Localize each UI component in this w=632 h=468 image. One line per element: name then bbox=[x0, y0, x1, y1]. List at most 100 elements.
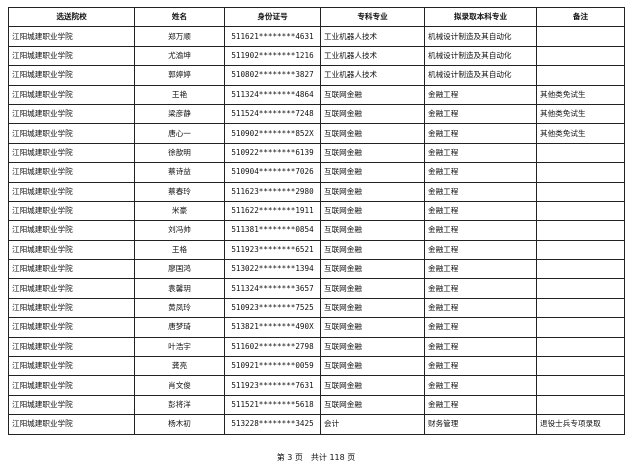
cell-name: 米豪 bbox=[134, 200, 225, 222]
cell-remarks bbox=[536, 297, 625, 319]
cell-college-major: 互联网金融 bbox=[320, 317, 425, 338]
cell-name: 郭婷婷 bbox=[134, 65, 225, 86]
cell-name: 徐歆明 bbox=[134, 142, 225, 164]
cell-school: 江阳城建职业学院 bbox=[8, 181, 135, 202]
table-row: 江阳城建职业学院 尤渝坤 511902********1216 工业机器人技术 机械设计… bbox=[8, 45, 625, 67]
header-remarks: 备注 bbox=[536, 6, 625, 28]
cell-college-major: 互联网金融 bbox=[320, 181, 425, 202]
cell-remarks bbox=[536, 317, 625, 338]
cell-school: 江阳城建职业学院 bbox=[8, 142, 135, 164]
cell-id-number: 511324********4864 bbox=[224, 84, 321, 105]
cell-remarks: 其他类免试生 bbox=[536, 123, 625, 144]
cell-target-major: 金融工程 bbox=[424, 336, 537, 358]
cell-id-number: 513228********3425 bbox=[224, 414, 321, 435]
cell-id-number: 510904********7026 bbox=[224, 162, 321, 183]
cell-target-major: 金融工程 bbox=[424, 259, 537, 280]
cell-school: 江阳城建职业学院 bbox=[8, 65, 135, 86]
cell-school: 江阳城建职业学院 bbox=[8, 45, 135, 67]
cell-school: 江阳城建职业学院 bbox=[8, 336, 135, 358]
cell-id-number: 513821********490X bbox=[224, 317, 321, 338]
cell-id-number: 511622********1911 bbox=[224, 200, 321, 222]
cell-remarks bbox=[536, 181, 625, 202]
table-row: 江阳城建职业学院 刘冯帅 511381********0854 互联网金融 金融工程 bbox=[8, 220, 625, 241]
cell-remarks bbox=[536, 259, 625, 280]
cell-remarks bbox=[536, 45, 625, 67]
cell-remarks bbox=[536, 356, 625, 377]
cell-id-number: 511621********4631 bbox=[224, 26, 321, 47]
cell-remarks: 其他类免试生 bbox=[536, 84, 625, 105]
table-row: 江阳城建职业学院 米豪 511622********1911 互联网金融 金融工程 bbox=[8, 200, 625, 222]
cell-target-major: 机械设计制造及其自动化 bbox=[424, 65, 537, 86]
cell-school: 江阳城建职业学院 bbox=[8, 84, 135, 105]
cell-name: 龚亮 bbox=[134, 356, 225, 377]
cell-remarks bbox=[536, 336, 625, 358]
table-row: 江阳城建职业学院 王格 511923********6521 互联网金融 金融工程 bbox=[8, 239, 625, 261]
cell-name: 蔡春玲 bbox=[134, 181, 225, 202]
cell-id-number: 511524********7248 bbox=[224, 103, 321, 125]
table-row: 江阳城建职业学院 蔡诗益 510904********7026 互联网金融 金融工程 bbox=[8, 162, 625, 183]
cell-name: 杨木初 bbox=[134, 414, 225, 435]
cell-id-number: 511324********3657 bbox=[224, 278, 321, 299]
cell-id-number: 510921********0059 bbox=[224, 356, 321, 377]
cell-id-number: 510902********852X bbox=[224, 123, 321, 144]
cell-school: 江阳城建职业学院 bbox=[8, 356, 135, 377]
table-row: 江阳城建职业学院 龚亮 510921********0059 互联网金融 金融工程 bbox=[8, 356, 625, 377]
cell-name: 袁馨玥 bbox=[134, 278, 225, 299]
cell-school: 江阳城建职业学院 bbox=[8, 103, 135, 125]
cell-remarks bbox=[536, 162, 625, 183]
table-row: 江阳城建职业学院 黄凤玲 510923********7525 互联网金融 金融工程 bbox=[8, 297, 625, 319]
cell-remarks: 其他类免试生 bbox=[536, 103, 625, 125]
cell-college-major: 工业机器人技术 bbox=[320, 45, 425, 67]
cell-college-major: 互联网金融 bbox=[320, 220, 425, 241]
cell-remarks: 退役士兵专项录取 bbox=[536, 414, 625, 435]
cell-college-major: 互联网金融 bbox=[320, 162, 425, 183]
table-row: 江阳城建职业学院 郭婷婷 510802********3827 工业机器人技术 机械设计… bbox=[8, 65, 625, 86]
cell-name: 彭将洋 bbox=[134, 394, 225, 416]
cell-name: 黄凤玲 bbox=[134, 297, 225, 319]
cell-college-major: 互联网金融 bbox=[320, 123, 425, 144]
header-college-major: 专科专业 bbox=[320, 6, 425, 28]
cell-id-number: 511521********5618 bbox=[224, 394, 321, 416]
cell-school: 江阳城建职业学院 bbox=[8, 297, 135, 319]
cell-target-major: 金融工程 bbox=[424, 103, 537, 125]
table-row: 江阳城建职业学院 徐歆明 510922********6139 互联网金融 金融工程 bbox=[8, 142, 625, 164]
table-row: 江阳城建职业学院 彭将洋 511521********5618 互联网金融 金融工程 bbox=[8, 394, 625, 416]
table-body: 江阳城建职业学院 郑万顺 511621********4631 工业机器人技术 机械设计… bbox=[8, 26, 625, 435]
table-row: 江阳城建职业学院 郑万顺 511621********4631 工业机器人技术 机械设计… bbox=[8, 26, 625, 47]
admission-list-table: 选送院校 姓名 身份证号 专科专业 拟录取本科专业 备注 江阳城建职业学院 郑万顺… bbox=[8, 6, 625, 435]
cell-remarks bbox=[536, 394, 625, 416]
table-header: 选送院校 姓名 身份证号 专科专业 拟录取本科专业 备注 bbox=[8, 6, 625, 28]
cell-id-number: 510802********3827 bbox=[224, 65, 321, 86]
cell-school: 江阳城建职业学院 bbox=[8, 394, 135, 416]
cell-target-major: 财务管理 bbox=[424, 414, 537, 435]
cell-name: 郑万顺 bbox=[134, 26, 225, 47]
cell-id-number: 510923********7525 bbox=[224, 297, 321, 319]
cell-remarks bbox=[536, 239, 625, 261]
cell-target-major: 金融工程 bbox=[424, 162, 537, 183]
cell-name: 蔡诗益 bbox=[134, 162, 225, 183]
cell-name: 梁彦静 bbox=[134, 103, 225, 125]
cell-name: 唐心一 bbox=[134, 123, 225, 144]
cell-id-number: 511902********1216 bbox=[224, 45, 321, 67]
cell-target-major: 金融工程 bbox=[424, 84, 537, 105]
cell-name: 王艳 bbox=[134, 84, 225, 105]
cell-college-major: 会计 bbox=[320, 414, 425, 435]
table-row: 江阳城建职业学院 梁彦静 511524********7248 互联网金融 金融工程 其他… bbox=[8, 103, 625, 125]
table-row: 江阳城建职业学院 唐梦琦 513821********490X 互联网金融 金融工程 bbox=[8, 317, 625, 338]
cell-remarks bbox=[536, 200, 625, 222]
cell-school: 江阳城建职业学院 bbox=[8, 375, 135, 396]
page-footer: 第 3 页 共计 118 页 bbox=[276, 453, 356, 462]
cell-college-major: 互联网金融 bbox=[320, 84, 425, 105]
cell-name: 刘冯帅 bbox=[134, 220, 225, 241]
cell-target-major: 金融工程 bbox=[424, 356, 537, 377]
table-row: 江阳城建职业学院 叶浩宇 511602********2798 互联网金融 金融工程 bbox=[8, 336, 625, 358]
cell-id-number: 511623********2980 bbox=[224, 181, 321, 202]
cell-target-major: 金融工程 bbox=[424, 297, 537, 319]
cell-remarks bbox=[536, 375, 625, 396]
cell-target-major: 金融工程 bbox=[424, 394, 537, 416]
table-row: 江阳城建职业学院 蔡春玲 511623********2980 互联网金融 金融工程 bbox=[8, 181, 625, 202]
cell-target-major: 金融工程 bbox=[424, 123, 537, 144]
header-target-major: 拟录取本科专业 bbox=[424, 6, 537, 28]
cell-name: 肖文俊 bbox=[134, 375, 225, 396]
cell-target-major: 金融工程 bbox=[424, 181, 537, 202]
